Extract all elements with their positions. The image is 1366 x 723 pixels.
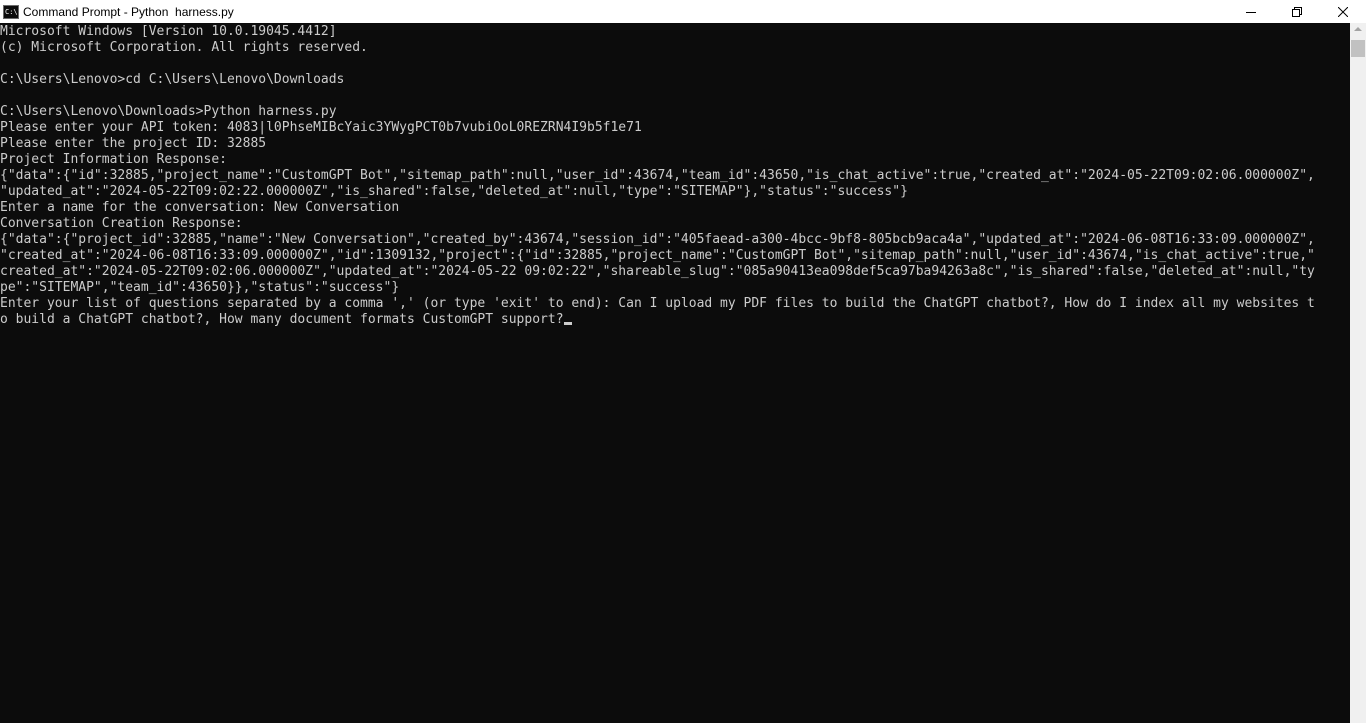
console-line: C:\Users\Lenovo>cd C:\Users\Lenovo\Downl…: [0, 72, 345, 87]
caption-buttons: [1228, 0, 1366, 23]
console-line: {"data":{"project_id":32885,"name":"New …: [0, 232, 1315, 247]
console-line: Conversation Creation Response:: [0, 216, 243, 231]
window-title: Command Prompt - Python harness.py: [23, 4, 234, 19]
text-cursor: [563, 322, 572, 325]
console-line: Please enter your API token: 4083|l0Phse…: [0, 120, 642, 135]
console-line: created_at":"2024-05-22T09:02:06.000000Z…: [0, 264, 1315, 279]
scroll-thumb[interactable]: [1351, 40, 1365, 57]
close-icon: [1338, 6, 1348, 17]
console-line: Microsoft Windows [Version 10.0.19045.44…: [0, 24, 337, 39]
vertical-scrollbar[interactable]: [1350, 23, 1366, 723]
minimize-icon: [1246, 11, 1256, 13]
scroll-up-arrow-icon[interactable]: [1354, 27, 1362, 31]
console-line: {"data":{"id":32885,"project_name":"Cust…: [0, 168, 1315, 183]
console-line: "updated_at":"2024-05-22T09:02:22.000000…: [0, 184, 908, 199]
restore-button[interactable]: [1274, 0, 1320, 23]
console-line: Please enter the project ID: 32885: [0, 136, 267, 151]
console-line: "created_at":"2024-06-08T16:33:09.000000…: [0, 248, 1315, 263]
console-line: (c) Microsoft Corporation. All rights re…: [0, 40, 368, 55]
console-line: C:\Users\Lenovo\Downloads>Python harness…: [0, 104, 337, 119]
console-output[interactable]: Microsoft Windows [Version 10.0.19045.44…: [0, 23, 1350, 723]
console-line: pe":"SITEMAP","team_id":43650}},"status"…: [0, 280, 400, 295]
console-line: Enter your list of questions separated b…: [0, 296, 1315, 311]
console-line: Enter a name for the conversation: New C…: [0, 200, 400, 215]
cmd-icon: C:\: [3, 4, 19, 19]
console-line: Project Information Response:: [0, 152, 227, 167]
command-prompt-window: C:\ Command Prompt - Python harness.py M…: [0, 0, 1366, 723]
console-input-line[interactable]: o build a ChatGPT chatbot?, How many doc…: [0, 312, 572, 328]
console-input-text: o build a ChatGPT chatbot?, How many doc…: [0, 312, 564, 327]
title-bar[interactable]: C:\ Command Prompt - Python harness.py: [0, 0, 1366, 23]
minimize-button[interactable]: [1228, 0, 1274, 23]
close-button[interactable]: [1320, 0, 1366, 23]
restore-icon: [1292, 6, 1302, 17]
